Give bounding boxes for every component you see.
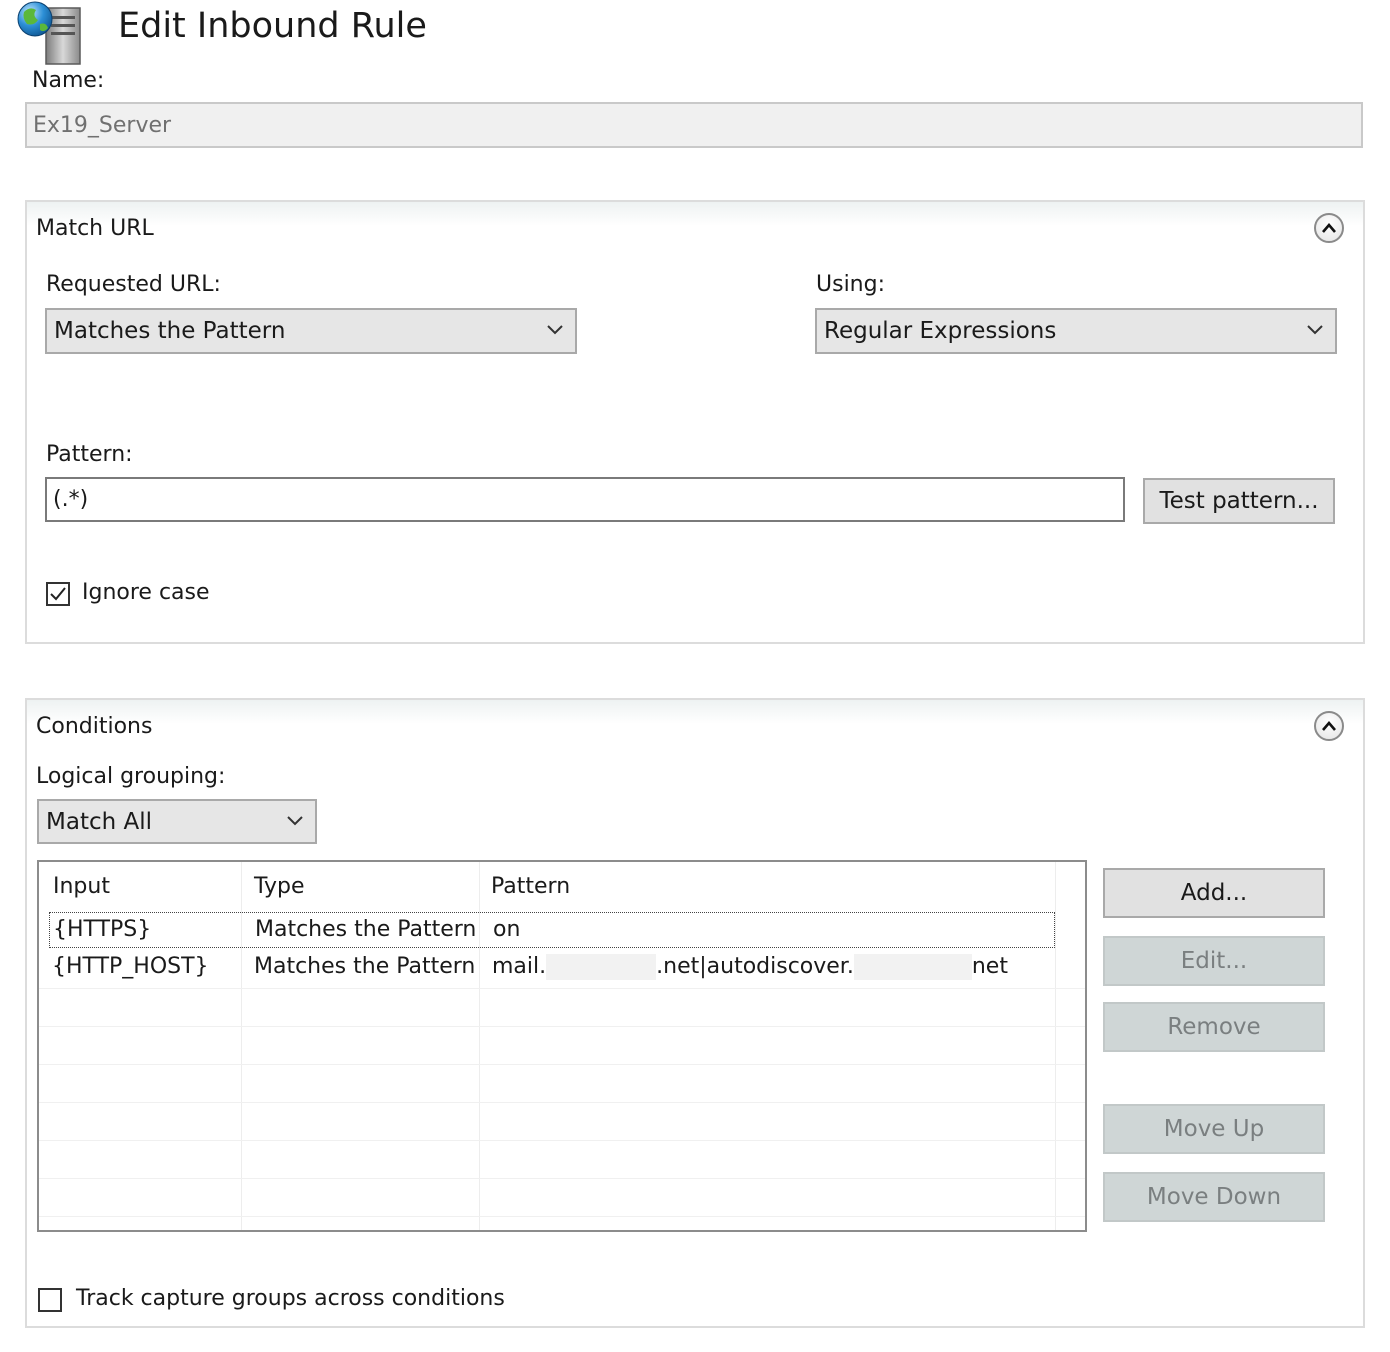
name-label: Name: [32,68,105,93]
redacted-text [853,954,972,980]
checkmark-icon [50,587,66,601]
remove-condition-button[interactable]: Remove [1103,1002,1325,1052]
chevron-down-icon [547,325,563,335]
column-header-input[interactable]: Input [53,874,110,899]
move-up-button[interactable]: Move Up [1103,1104,1325,1154]
pattern-label: Pattern: [46,442,133,467]
row-divider [39,988,1085,989]
globe-server-icon [17,1,81,65]
table-row[interactable]: {HTTPS} Matches the Pattern on [49,912,1055,948]
conditions-collapse-button[interactable] [1314,711,1344,741]
using-select[interactable]: Regular Expressions [815,308,1337,354]
logical-grouping-value: Match All [46,808,153,835]
match-url-collapse-button[interactable] [1314,213,1344,243]
row-pattern: on [493,917,521,942]
ignore-case-checkbox[interactable] [46,582,70,606]
pattern-input[interactable]: (.*) [45,477,1125,522]
conditions-title: Conditions [36,714,153,739]
match-url-panel [25,200,1365,644]
logical-grouping-select[interactable]: Match All [37,799,317,844]
name-field[interactable]: Ex19_Server [25,102,1363,148]
row-divider [39,1026,1085,1027]
requested-url-value: Matches the Pattern [54,318,286,344]
row-pattern: mail. .net|autodiscover. net [492,954,1008,980]
table-row[interactable]: {HTTP_HOST} Matches the Pattern mail. .ne… [49,950,1055,986]
row-divider [39,1178,1085,1179]
row-pattern-part: .net|autodiscover. [656,954,854,979]
move-down-button[interactable]: Move Down [1103,1172,1325,1222]
match-url-title: Match URL [36,216,154,241]
logical-grouping-label: Logical grouping: [36,764,226,789]
row-type: Matches the Pattern [254,954,476,979]
row-divider [39,1064,1085,1065]
edit-condition-button[interactable]: Edit... [1103,936,1325,986]
column-header-pattern[interactable]: Pattern [491,874,570,899]
match-url-header [27,202,1363,226]
add-condition-button[interactable]: Add... [1103,868,1325,918]
row-type: Matches the Pattern [255,917,477,942]
row-input: {HTTPS} [53,917,152,942]
row-input: {HTTP_HOST} [52,954,209,979]
conditions-table[interactable]: Input Type Pattern {HTTPS} Matches the P… [37,860,1087,1232]
chevron-up-icon [1322,223,1336,233]
column-header-type[interactable]: Type [254,874,305,899]
track-capture-checkbox[interactable] [38,1288,62,1312]
row-divider [39,1102,1085,1103]
requested-url-label: Requested URL: [46,272,221,297]
conditions-header [27,700,1363,724]
row-pattern-part: mail. [492,954,547,979]
chevron-down-icon [287,815,303,825]
chevron-down-icon [1307,325,1323,335]
column-divider [1055,862,1056,1230]
test-pattern-button[interactable]: Test pattern... [1143,478,1335,524]
page-title: Edit Inbound Rule [118,6,427,46]
chevron-up-icon [1322,721,1336,731]
ignore-case-label: Ignore case [82,580,210,605]
row-divider [39,1140,1085,1141]
row-pattern-part: net [971,954,1008,979]
track-capture-label: Track capture groups across conditions [76,1286,505,1311]
redacted-text [546,954,657,980]
using-value: Regular Expressions [824,318,1057,344]
requested-url-select[interactable]: Matches the Pattern [45,308,577,354]
rule-icon [16,0,84,66]
using-label: Using: [816,272,885,297]
row-divider [39,1216,1085,1217]
